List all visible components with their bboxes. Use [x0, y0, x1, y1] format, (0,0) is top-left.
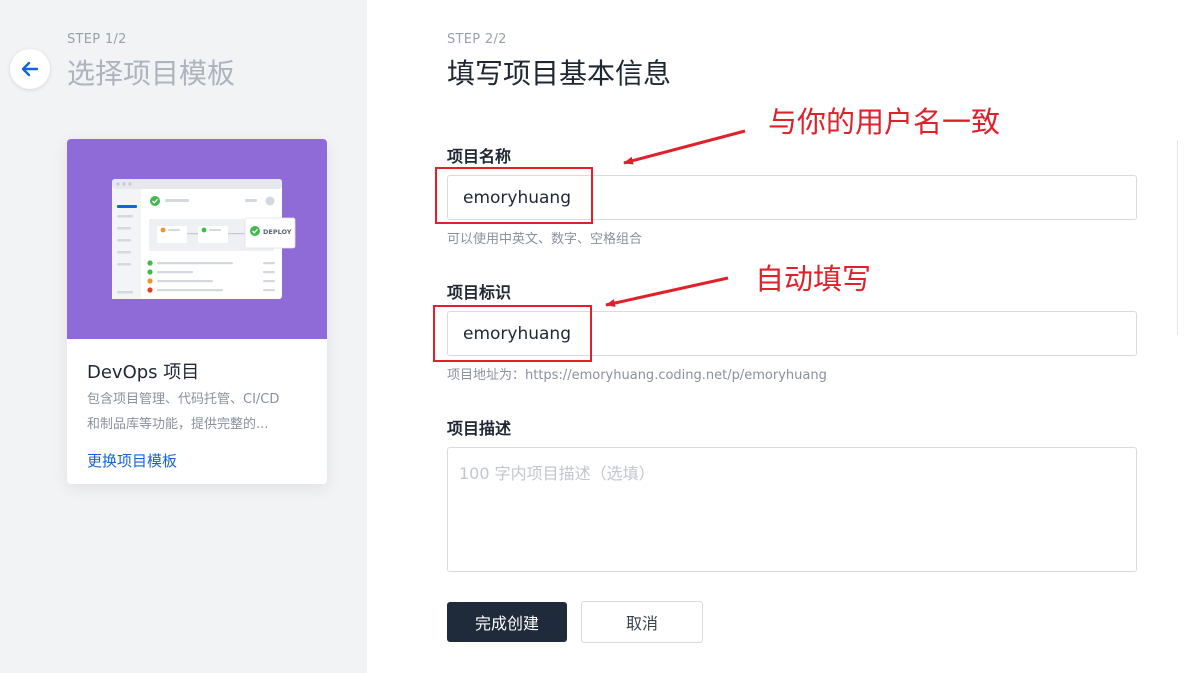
annotation-name-note: 与你的用户名一致	[768, 105, 1001, 139]
deploy-label: DEPLOY	[263, 228, 292, 236]
change-template-link[interactable]: 更换项目模板	[87, 450, 177, 471]
project-url-hint: 项目地址为：https://emoryhuang.coding.net/p/em…	[447, 368, 827, 383]
step-indicator-2: STEP 2/2	[447, 32, 507, 47]
back-button[interactable]	[10, 49, 50, 89]
template-description-line: 和制品库等功能，提供完整的...	[87, 417, 269, 432]
template-name: DevOps 项目	[87, 362, 200, 383]
arrow-left-icon	[21, 61, 39, 77]
create-button[interactable]: 完成创建	[447, 602, 567, 642]
annotation-arrow-name	[623, 129, 746, 165]
template-illustration: DEPLOY	[67, 139, 327, 339]
template-description: 包含项目管理、代码托管、CI/CD 和制品库等功能，提供完整的...	[87, 387, 312, 437]
step-indicator-1: STEP 1/2	[67, 32, 127, 47]
annotation-id-note: 自动填写	[755, 262, 872, 296]
project-description-textarea[interactable]	[447, 447, 1137, 572]
annotation-arrow-id	[605, 276, 729, 307]
left-panel-title: 选择项目模板	[67, 57, 236, 90]
project-description-label: 项目描述	[447, 419, 512, 438]
form-title: 填写项目基本信息	[447, 57, 672, 90]
cancel-button[interactable]: 取消	[581, 601, 703, 643]
project-id-input[interactable]	[447, 311, 1137, 356]
template-description-line: 包含项目管理、代码托管、CI/CD	[87, 392, 280, 407]
project-name-label: 项目名称	[447, 147, 512, 166]
project-name-input[interactable]	[447, 175, 1137, 220]
scroll-edge-divider	[1177, 140, 1178, 335]
project-name-hint: 可以使用中英文、数字、空格组合	[447, 232, 643, 247]
project-id-label: 项目标识	[447, 283, 512, 302]
dashboard-illustration: DEPLOY	[112, 179, 296, 299]
template-card: DEPLOY DevOps 项目 包含项目管理、代码托管、CI/CD 和制品库等…	[67, 139, 327, 484]
template-panel: STEP 1/2 选择项目模板 DEPLOY DevOps 项目 包含项目管理、…	[0, 0, 367, 673]
